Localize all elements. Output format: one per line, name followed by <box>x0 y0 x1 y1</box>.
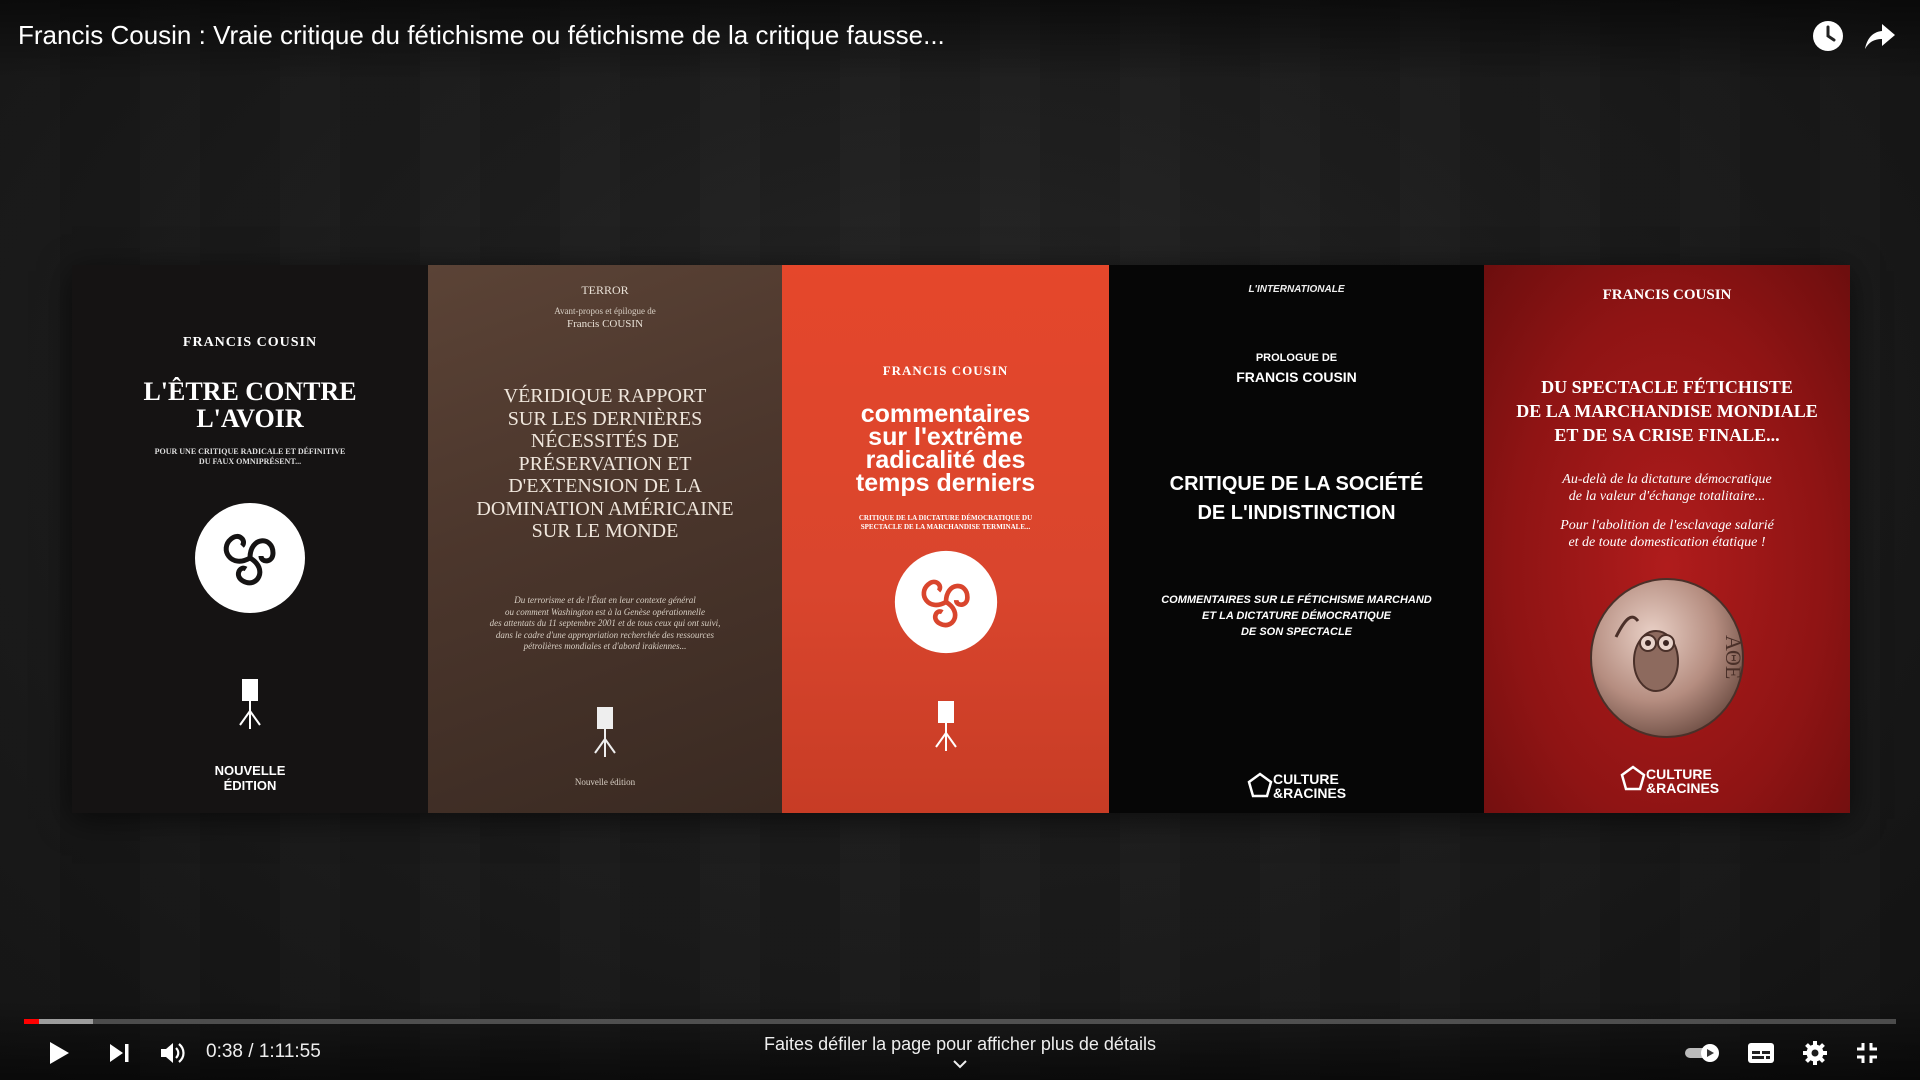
book-subtitle-line: DE SON SPECTACLE <box>1240 626 1353 638</box>
book-title: DU SPECTACLE FÉTICHISTE DE LA MARCHANDIS… <box>1484 375 1850 447</box>
book-title-line: D'EXTENSION DE LA <box>508 475 702 497</box>
book-blurb-line: Du terrorisme et de l'État en leur conte… <box>514 595 696 605</box>
book-subtitle: POUR UNE CRITIQUE RADICALE ET DÉFINITIVE <box>154 447 346 456</box>
book-title-line: PRÉSERVATION ET <box>518 452 692 475</box>
book-title-line: DU SPECTACLE FÉTICHISTE <box>1541 377 1793 397</box>
triskelion-emblem <box>782 549 1109 660</box>
scroll-hint[interactable]: Faites défiler la page pour afficher plu… <box>660 1034 1260 1055</box>
book-subtitle: CRITIQUE DE LA DICTATURE DÉMOCRATIQUE DU <box>858 514 1033 522</box>
book-cover-commentaires: FRANCIS COUSIN commentaires sur l'extrêm… <box>782 265 1109 813</box>
book-title-line: DE LA MARCHANDISE MONDIALE <box>1516 401 1818 421</box>
play-icon[interactable] <box>44 1039 72 1072</box>
publisher-line: &RACINES <box>1646 780 1720 796</box>
book-subtitle: COMMENTAIRES SUR LE FÉTICHISME MARCHAND … <box>1109 592 1484 640</box>
time-display: 0:38 / 1:11:55 <box>206 1041 321 1062</box>
book-author: TERROR <box>581 283 629 297</box>
book-title-line: L'ÊTRE CONTRE <box>143 377 357 406</box>
book-title: VÉRIDIQUE RAPPORT SUR LES DERNIÈRES NÉCE… <box>428 385 782 543</box>
publisher-line: CULTURE <box>1646 766 1712 782</box>
book-title-line: NÉCESSITÉS DE <box>530 430 680 452</box>
book-preface: Francis COUSIN <box>566 318 644 330</box>
book-title-line: ET DE SA CRISE FINALE... <box>1554 425 1780 445</box>
share-arrow-icon[interactable] <box>1862 18 1898 54</box>
book-edition: Nouvelle édition <box>574 777 636 787</box>
book-subtitle-line: COMMENTAIRES SUR LE FÉTICHISME MARCHAND <box>1161 594 1432 606</box>
publisher-line: CULTURE <box>1273 771 1339 787</box>
book-tagline: Au-delà de la dictature démocratique de … <box>1484 471 1850 551</box>
book-blurb: Du terrorisme et de l'État en leur conte… <box>428 595 782 653</box>
book-title-line: L'AVOIR <box>196 404 304 433</box>
book-preface: Avant-propos et épilogue de <box>554 306 656 316</box>
fist-tree-logo <box>428 703 782 764</box>
progress-played <box>24 1019 39 1024</box>
book-tagline-line: et de toute domestication étatique ! <box>1568 535 1766 550</box>
book-title-line: CRITIQUE DE LA SOCIÉTÉ <box>1169 473 1424 495</box>
subtitles-icon[interactable] <box>1746 1041 1776 1070</box>
book-title-line: SUR LES DERNIÈRES <box>507 407 703 430</box>
book-title-line: temps derniers <box>855 469 1036 497</box>
chevron-down-icon[interactable] <box>950 1058 970 1076</box>
book-tagline-line: de la valeur d'échange totalitaire... <box>1568 489 1766 504</box>
book-publisher-name: CULTURE &RACINES <box>1273 772 1346 800</box>
book-cover-critique-indistinction: L'INTERNATIONALE PROLOGUE DE FRANCIS COU… <box>1109 265 1484 813</box>
triskelion-emblem <box>72 501 428 620</box>
book-title: commentaires sur l'extrême radicalité de… <box>782 402 1109 497</box>
progress-bar[interactable] <box>24 1019 1896 1024</box>
fist-tree-logo <box>72 675 428 736</box>
book-cover-etre-contre-avoir: FRANCIS COUSIN L'ÊTRE CONTRE L'AVOIR POU… <box>72 265 428 813</box>
book-edition: NOUVELLE <box>214 763 286 778</box>
publisher-logo-icon <box>1618 765 1648 796</box>
exit-fullscreen-icon[interactable] <box>1854 1040 1880 1071</box>
book-prologue: PROLOGUE DE <box>1255 352 1338 364</box>
book-publisher: L'INTERNATIONALE <box>1248 284 1345 295</box>
fist-tree-logo <box>782 697 1109 758</box>
book-edition: ÉDITION <box>223 778 277 793</box>
book-tagline-line: Pour l'abolition de l'esclavage salarié <box>1560 518 1774 533</box>
book-author: FRANCIS COUSIN <box>1602 287 1732 303</box>
autoplay-toggle-icon[interactable] <box>1684 1042 1720 1069</box>
video-title[interactable]: Francis Cousin : Vraie critique du fétic… <box>18 20 945 51</box>
publisher-line: &RACINES <box>1273 785 1347 801</box>
book-blurb-line: dans le cadre d'une appropriation recher… <box>495 629 715 640</box>
book-cover-terror: TERROR Avant-propos et épilogue de Franc… <box>428 265 782 813</box>
book-title-line: DOMINATION AMÉRICAINE <box>476 497 734 520</box>
book-title-line: VÉRIDIQUE RAPPORT <box>503 385 707 407</box>
book-subtitle: DU FAUX OMNIPRÉSENT... <box>198 457 302 466</box>
book-subtitle: SPECTACLE DE LA MARCHANDISE TERMINALE... <box>860 523 1031 531</box>
book-blurb-line: ou comment Washington est à la Genèse op… <box>505 606 705 617</box>
publisher-logo-icon <box>1245 772 1275 803</box>
coin-inscription: ΑΘΕ <box>1721 635 1746 680</box>
book-cover-spectacle-fetichiste: FRANCIS COUSIN DU SPECTACLE FÉTICHISTE D… <box>1484 265 1850 813</box>
volume-icon[interactable] <box>158 1040 186 1071</box>
clock-icon[interactable] <box>1810 18 1846 54</box>
settings-gear-icon[interactable] <box>1801 1039 1829 1072</box>
video-top-bar: Francis Cousin : Vraie critique du fétic… <box>0 0 1920 80</box>
book-author: FRANCIS COUSIN <box>882 363 1009 378</box>
book-prologue: FRANCIS COUSIN <box>1236 369 1357 385</box>
book-title-line: SUR LE MONDE <box>531 520 679 542</box>
book-publisher-name: CULTURE &RACINES <box>1646 767 1719 795</box>
book-tagline-line: Au-delà de la dictature démocratique <box>1562 472 1772 487</box>
next-icon[interactable] <box>106 1040 132 1071</box>
book-covers-strip: FRANCIS COUSIN L'ÊTRE CONTRE L'AVOIR POU… <box>72 265 1850 813</box>
athenian-owl-coin <box>1484 577 1850 744</box>
book-title-line: DE L'INDISTINCTION <box>1197 502 1396 524</box>
book-blurb-line: pétrolières mondiales et d'abord irakien… <box>523 641 687 651</box>
book-author: FRANCIS COUSIN <box>182 335 318 350</box>
book-subtitle-line: ET LA DICTATURE DÉMOCRATIQUE <box>1201 610 1392 622</box>
book-blurb-line: des attentats du 11 septembre 2001 et de… <box>489 618 721 628</box>
